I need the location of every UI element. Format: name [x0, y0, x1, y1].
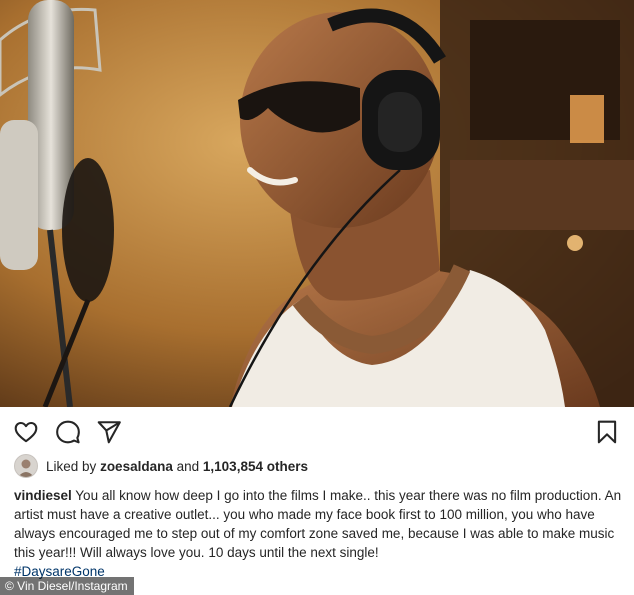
avatar[interactable] [14, 454, 38, 478]
liked-by-prefix: Liked by [46, 458, 97, 474]
comment-bubble-icon[interactable] [55, 419, 81, 445]
likes-summary: Liked by zoesaldana and 1,103,854 others [14, 454, 308, 478]
heart-outline-icon[interactable] [13, 419, 39, 445]
bookmark-icon[interactable] [594, 419, 620, 445]
photo-credit: © Vin Diesel/Instagram [0, 577, 134, 595]
post-caption: vindiesel You all know how deep I go int… [14, 486, 626, 581]
liked-by-connector: and [176, 458, 200, 474]
caption-username-link[interactable]: vindiesel [14, 488, 72, 503]
post-photo[interactable] [0, 0, 634, 407]
paper-plane-icon[interactable] [96, 419, 122, 445]
liked-by-user-link[interactable]: zoesaldana [100, 459, 173, 474]
post-actions-bar [0, 407, 634, 455]
caption-text: You all know how deep I go into the film… [14, 488, 622, 560]
likes-count-link[interactable]: 1,103,854 others [203, 459, 308, 474]
